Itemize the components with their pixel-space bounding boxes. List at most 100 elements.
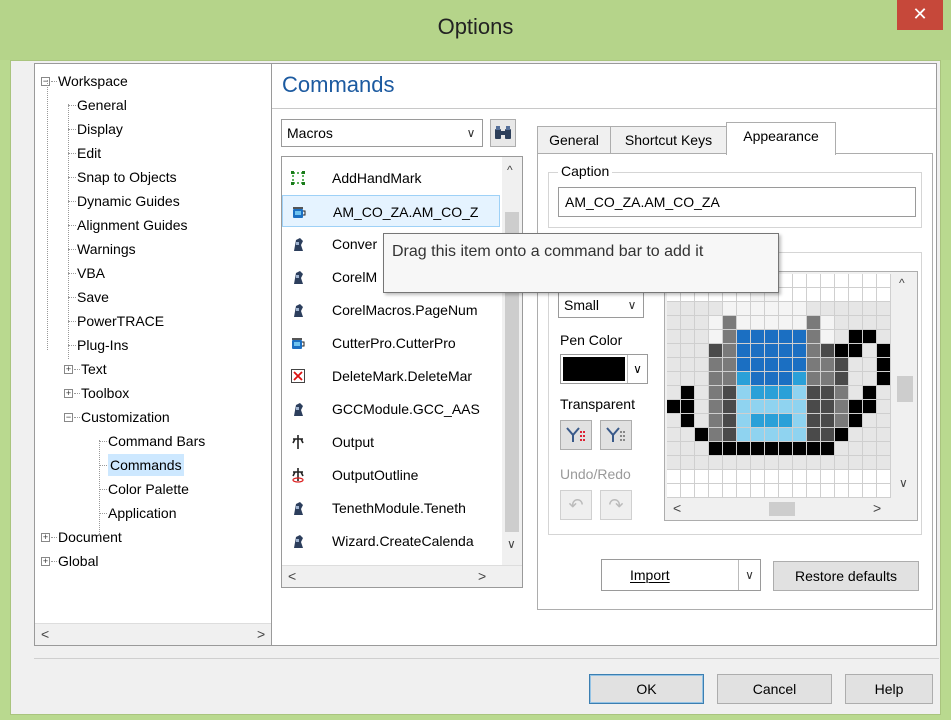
pixel-cell[interactable] xyxy=(723,400,736,413)
pixel-cell[interactable] xyxy=(667,442,680,455)
pixel-cell[interactable] xyxy=(779,288,792,301)
pixel-cell[interactable] xyxy=(821,428,834,441)
pixel-cell[interactable] xyxy=(751,414,764,427)
pixel-cell[interactable] xyxy=(751,456,764,469)
pixel-cell[interactable] xyxy=(765,470,778,483)
pixel-cell[interactable] xyxy=(779,414,792,427)
pixel-cell[interactable] xyxy=(863,358,876,371)
pixel-cell[interactable] xyxy=(779,274,792,287)
pixel-cell[interactable] xyxy=(793,428,806,441)
pixel-cell[interactable] xyxy=(667,400,680,413)
pixel-cell[interactable] xyxy=(793,274,806,287)
pixel-cell[interactable] xyxy=(709,372,722,385)
pixel-cell[interactable] xyxy=(765,358,778,371)
pixel-cell[interactable] xyxy=(681,372,694,385)
pixel-cell[interactable] xyxy=(681,428,694,441)
tree-item-color-palette[interactable]: Color Palette xyxy=(35,478,273,500)
expand-icon[interactable]: + xyxy=(64,389,73,398)
pixel-cell[interactable] xyxy=(737,386,750,399)
pixel-cell[interactable] xyxy=(835,358,848,371)
pixel-cell[interactable] xyxy=(807,414,820,427)
pixel-cell[interactable] xyxy=(751,344,764,357)
import-dropdown[interactable]: Import ∨ xyxy=(601,559,761,591)
options-tree[interactable]: − Workspace General Display Edit Snap to Obje… xyxy=(34,63,274,646)
pixel-cell[interactable] xyxy=(863,414,876,427)
pixel-cell[interactable] xyxy=(849,288,862,301)
pixel-cell[interactable] xyxy=(709,400,722,413)
pixel-cell[interactable] xyxy=(709,428,722,441)
pixel-cell[interactable] xyxy=(835,456,848,469)
pixel-cell[interactable] xyxy=(709,470,722,483)
pixel-cell[interactable] xyxy=(765,442,778,455)
category-select[interactable]: Macros ∨ xyxy=(281,119,483,147)
pixel-cell[interactable] xyxy=(667,484,680,497)
pixel-cell[interactable] xyxy=(821,470,834,483)
pixel-cell[interactable] xyxy=(751,442,764,455)
pixel-cell[interactable] xyxy=(835,442,848,455)
pixel-cell[interactable] xyxy=(793,288,806,301)
pixel-cell[interactable] xyxy=(681,414,694,427)
tree-item-commands[interactable]: Commands xyxy=(35,454,273,476)
undo-button[interactable]: ↶ xyxy=(560,490,592,520)
pixel-cell[interactable] xyxy=(667,428,680,441)
pixel-cell[interactable] xyxy=(709,330,722,343)
list-item[interactable]: GCCModule.GCC_AAS xyxy=(282,393,500,425)
scroll-right-arrow[interactable]: > xyxy=(873,500,881,516)
tree-item-edit[interactable]: Edit xyxy=(35,142,273,164)
tree-item-warnings[interactable]: Warnings xyxy=(35,238,273,260)
pixel-cell[interactable] xyxy=(793,330,806,343)
pixel-cell[interactable] xyxy=(877,288,890,301)
pixel-cell[interactable] xyxy=(709,344,722,357)
pixel-cell[interactable] xyxy=(793,414,806,427)
pixel-cell[interactable] xyxy=(807,442,820,455)
pixel-cell[interactable] xyxy=(737,484,750,497)
tree-item-plug-ins[interactable]: Plug-Ins xyxy=(35,334,273,356)
pixel-cell[interactable] xyxy=(849,302,862,315)
pixel-cell[interactable] xyxy=(737,442,750,455)
pixel-cell[interactable] xyxy=(835,414,848,427)
pixel-cell[interactable] xyxy=(779,428,792,441)
list-horizontal-scrollbar[interactable]: < > xyxy=(282,565,522,587)
pixel-cell[interactable] xyxy=(737,456,750,469)
pixel-cell[interactable] xyxy=(863,344,876,357)
pixel-cell[interactable] xyxy=(793,456,806,469)
pixel-cell[interactable] xyxy=(667,386,680,399)
pixel-cell[interactable] xyxy=(863,484,876,497)
pixel-cell[interactable] xyxy=(807,386,820,399)
pixel-cell[interactable] xyxy=(681,400,694,413)
pixel-cell[interactable] xyxy=(821,316,834,329)
tree-item-save[interactable]: Save xyxy=(35,286,273,308)
pixel-cell[interactable] xyxy=(807,428,820,441)
pixel-cell[interactable] xyxy=(681,470,694,483)
pixel-cell[interactable] xyxy=(751,400,764,413)
pixel-cell[interactable] xyxy=(849,316,862,329)
expand-icon[interactable]: + xyxy=(64,365,73,374)
restore-defaults-button[interactable]: Restore defaults xyxy=(773,561,919,591)
pixel-cell[interactable] xyxy=(877,358,890,371)
pixel-cell[interactable] xyxy=(793,358,806,371)
pixel-cell[interactable] xyxy=(681,442,694,455)
pixel-cell[interactable] xyxy=(835,428,848,441)
pixel-cell[interactable] xyxy=(723,442,736,455)
pixel-cell[interactable] xyxy=(779,456,792,469)
tree-item-application[interactable]: Application xyxy=(35,502,273,524)
pixel-cell[interactable] xyxy=(723,484,736,497)
pixel-cell[interactable] xyxy=(793,372,806,385)
pixel-cell[interactable] xyxy=(849,470,862,483)
title-bar[interactable]: Options ✕ xyxy=(0,0,951,60)
scroll-up-arrow[interactable]: ^ xyxy=(507,163,513,177)
pixel-cell[interactable] xyxy=(723,316,736,329)
pixel-cell[interactable] xyxy=(863,330,876,343)
scroll-down-arrow[interactable]: ∨ xyxy=(899,476,908,490)
pixel-cell[interactable] xyxy=(807,316,820,329)
pixel-cell[interactable] xyxy=(709,484,722,497)
pixel-cell[interactable] xyxy=(793,442,806,455)
pixel-cell[interactable] xyxy=(863,456,876,469)
pixel-cell[interactable] xyxy=(863,274,876,287)
pixel-cell[interactable] xyxy=(779,316,792,329)
pixel-cell[interactable] xyxy=(779,372,792,385)
pixel-cell[interactable] xyxy=(709,358,722,371)
pixel-cell[interactable] xyxy=(751,302,764,315)
pixel-cell[interactable] xyxy=(849,344,862,357)
pixel-cell[interactable] xyxy=(751,330,764,343)
